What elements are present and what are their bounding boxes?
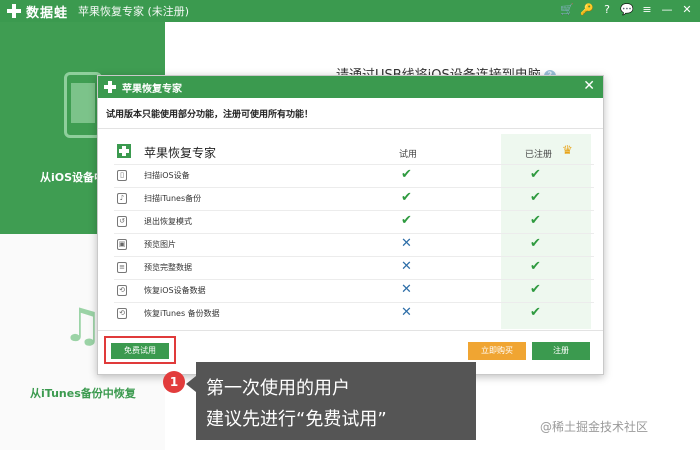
col-trial-header: 试用 bbox=[399, 150, 418, 160]
cross-icon: ✕ bbox=[401, 236, 412, 251]
product-name: 苹果恢复专家 bbox=[144, 146, 217, 160]
cart-icon[interactable]: 🛒 bbox=[560, 3, 574, 16]
col-registered-header: 已注册 bbox=[525, 150, 553, 160]
app-titlebar: 数据蛙 苹果恢复专家 (未注册) 🛒 🔑 ? 💬 ≡ — ✕ bbox=[0, 0, 700, 22]
register-button[interactable]: 注册 bbox=[532, 342, 590, 360]
feature-label: 退出恢复模式 bbox=[144, 217, 192, 226]
music-icon: ♪ bbox=[117, 193, 127, 204]
check-icon: ✔ bbox=[530, 213, 541, 228]
app-logo-icon bbox=[117, 144, 131, 158]
feature-row: ♪ 扫描iTunes备份 ✔ ✔ bbox=[114, 187, 594, 210]
cross-icon: ✕ bbox=[401, 259, 412, 274]
feature-row: ⟲ 恢复iTunes 备份数据 ✕ ✔ bbox=[114, 302, 594, 325]
image-icon: ▣ bbox=[117, 239, 127, 250]
feature-label: 预览图片 bbox=[144, 240, 176, 249]
tip-line-1: 第一次使用的用户 bbox=[206, 378, 350, 399]
feature-row: ⟲ 恢复iOS设备数据 ✕ ✔ bbox=[114, 279, 594, 302]
sidebar-item-label: 从iTunes备份中恢复 bbox=[30, 387, 136, 400]
check-icon: ✔ bbox=[401, 213, 412, 228]
help-icon[interactable]: ? bbox=[600, 3, 614, 16]
close-icon[interactable]: ✕ bbox=[680, 3, 694, 16]
check-icon: ✔ bbox=[530, 259, 541, 274]
step-badge: 1 bbox=[163, 371, 185, 393]
feature-row: ▣ 预览图片 ✕ ✔ bbox=[114, 233, 594, 256]
feature-table-header: 苹果恢复专家 试用 已注册 ♛ bbox=[114, 140, 594, 164]
tip-line-2: 建议先进行“免费试用” bbox=[206, 409, 387, 430]
check-icon: ✔ bbox=[530, 236, 541, 251]
crown-icon: ♛ bbox=[562, 143, 573, 157]
divider bbox=[98, 128, 603, 129]
app-logo-icon bbox=[104, 81, 116, 93]
watermark: @稀土掘金技术社区 bbox=[540, 420, 649, 434]
cross-icon: ✕ bbox=[401, 282, 412, 297]
free-trial-button[interactable]: 免费试用 bbox=[111, 343, 169, 359]
titlebar-icons: 🛒 🔑 ? 💬 ≡ — ✕ bbox=[560, 3, 694, 16]
menu-icon[interactable]: ≡ bbox=[640, 3, 654, 16]
feature-label: 恢复iOS设备数据 bbox=[144, 286, 206, 295]
app-name: 数据蛙 bbox=[26, 5, 69, 21]
check-icon: ✔ bbox=[530, 190, 541, 205]
trial-notice: 试用版本只能使用部分功能，注册可使用所有功能！ bbox=[106, 110, 314, 120]
window-title: 苹果恢复专家 (未注册) bbox=[78, 5, 190, 18]
registration-dialog: 苹果恢复专家 ✕ 试用版本只能使用部分功能，注册可使用所有功能！ 苹果恢复专家 … bbox=[97, 75, 604, 375]
dialog-header: 苹果恢复专家 ✕ bbox=[98, 76, 603, 98]
app-logo-icon bbox=[6, 3, 22, 19]
highlight-box: 免费试用 bbox=[104, 336, 176, 364]
key-icon[interactable]: 🔑 bbox=[580, 3, 594, 16]
buy-now-button[interactable]: 立即购买 bbox=[468, 342, 526, 360]
check-icon: ✔ bbox=[530, 305, 541, 320]
close-icon[interactable]: ✕ bbox=[583, 78, 595, 94]
minimize-icon[interactable]: — bbox=[660, 3, 674, 16]
feature-row: ▯ 扫描iOS设备 ✔ ✔ bbox=[114, 164, 594, 187]
feature-label: 恢复iTunes 备份数据 bbox=[144, 309, 220, 318]
exit-icon: ↺ bbox=[117, 216, 127, 227]
feature-row: ≡ 预览完整数据 ✕ ✔ bbox=[114, 256, 594, 279]
check-icon: ✔ bbox=[401, 190, 412, 205]
dialog-title: 苹果恢复专家 bbox=[122, 83, 182, 95]
cross-icon: ✕ bbox=[401, 305, 412, 320]
feature-label: 扫描iOS设备 bbox=[144, 171, 190, 180]
feature-label: 预览完整数据 bbox=[144, 263, 192, 272]
feature-row: ↺ 退出恢复模式 ✔ ✔ bbox=[114, 210, 594, 233]
feature-label: 扫描iTunes备份 bbox=[144, 194, 202, 203]
tip-callout: 第一次使用的用户 建议先进行“免费试用” bbox=[186, 362, 476, 440]
check-icon: ✔ bbox=[530, 167, 541, 182]
divider bbox=[98, 330, 603, 331]
chat-icon[interactable]: 💬 bbox=[620, 3, 634, 16]
restore-icon: ⟲ bbox=[117, 308, 127, 319]
check-icon: ✔ bbox=[401, 167, 412, 182]
check-icon: ✔ bbox=[530, 282, 541, 297]
phone-icon: ▯ bbox=[117, 170, 127, 181]
restore-icon: ⟲ bbox=[117, 285, 127, 296]
doc-icon: ≡ bbox=[117, 262, 127, 273]
